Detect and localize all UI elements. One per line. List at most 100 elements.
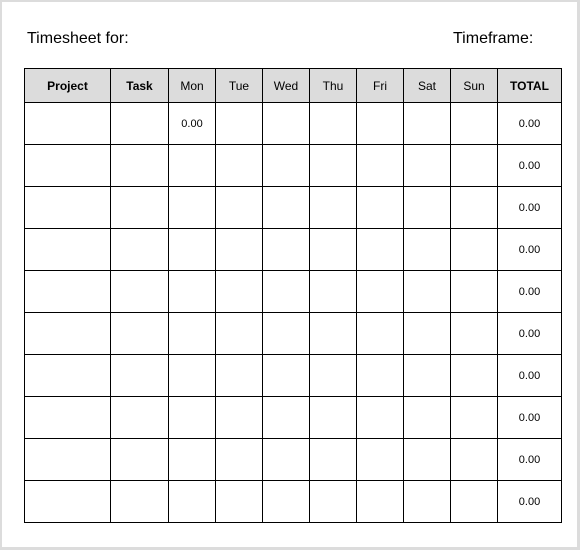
sat-cell[interactable] bbox=[403, 354, 451, 397]
sun-cell[interactable] bbox=[450, 186, 498, 229]
tue-cell[interactable] bbox=[215, 144, 263, 187]
tue-cell[interactable] bbox=[215, 396, 263, 439]
wed-cell[interactable] bbox=[262, 438, 310, 481]
fri-cell[interactable] bbox=[356, 438, 404, 481]
mon-cell[interactable] bbox=[168, 480, 216, 523]
fri-cell[interactable] bbox=[356, 270, 404, 313]
tue-cell[interactable] bbox=[215, 438, 263, 481]
column-header-sun: Sun bbox=[450, 68, 498, 103]
task-cell[interactable] bbox=[110, 102, 169, 145]
tue-cell[interactable] bbox=[215, 312, 263, 355]
sun-cell[interactable] bbox=[450, 270, 498, 313]
table-row: 0.00 bbox=[24, 312, 562, 355]
total-cell: 0.00 bbox=[497, 270, 562, 313]
wed-cell[interactable] bbox=[262, 186, 310, 229]
sat-cell[interactable] bbox=[403, 312, 451, 355]
task-cell[interactable] bbox=[110, 186, 169, 229]
thu-cell[interactable] bbox=[309, 312, 357, 355]
column-header-thu: Thu bbox=[309, 68, 357, 103]
task-cell[interactable] bbox=[110, 270, 169, 313]
wed-cell[interactable] bbox=[262, 270, 310, 313]
wed-cell[interactable] bbox=[262, 396, 310, 439]
thu-cell[interactable] bbox=[309, 396, 357, 439]
mon-cell[interactable] bbox=[168, 144, 216, 187]
thu-cell[interactable] bbox=[309, 144, 357, 187]
tue-cell[interactable] bbox=[215, 186, 263, 229]
sun-cell[interactable] bbox=[450, 396, 498, 439]
project-cell[interactable] bbox=[24, 438, 111, 481]
total-cell: 0.00 bbox=[497, 480, 562, 523]
thu-cell[interactable] bbox=[309, 480, 357, 523]
tue-cell[interactable] bbox=[215, 354, 263, 397]
total-cell: 0.00 bbox=[497, 228, 562, 271]
thu-cell[interactable] bbox=[309, 228, 357, 271]
project-cell[interactable] bbox=[24, 312, 111, 355]
wed-cell[interactable] bbox=[262, 354, 310, 397]
project-cell[interactable] bbox=[24, 270, 111, 313]
table-row: 0.00 bbox=[24, 270, 562, 313]
mon-cell[interactable] bbox=[168, 438, 216, 481]
sat-cell[interactable] bbox=[403, 438, 451, 481]
sun-cell[interactable] bbox=[450, 354, 498, 397]
thu-cell[interactable] bbox=[309, 270, 357, 313]
fri-cell[interactable] bbox=[356, 480, 404, 523]
mon-cell[interactable] bbox=[168, 270, 216, 313]
task-cell[interactable] bbox=[110, 312, 169, 355]
task-cell[interactable] bbox=[110, 480, 169, 523]
sun-cell[interactable] bbox=[450, 228, 498, 271]
fri-cell[interactable] bbox=[356, 144, 404, 187]
sun-cell[interactable] bbox=[450, 438, 498, 481]
project-cell[interactable] bbox=[24, 102, 111, 145]
wed-cell[interactable] bbox=[262, 102, 310, 145]
sun-cell[interactable] bbox=[450, 144, 498, 187]
task-cell[interactable] bbox=[110, 354, 169, 397]
project-cell[interactable] bbox=[24, 186, 111, 229]
task-cell[interactable] bbox=[110, 144, 169, 187]
sat-cell[interactable] bbox=[403, 270, 451, 313]
mon-cell[interactable]: 0.00 bbox=[168, 102, 216, 145]
wed-cell[interactable] bbox=[262, 144, 310, 187]
wed-cell[interactable] bbox=[262, 312, 310, 355]
fri-cell[interactable] bbox=[356, 396, 404, 439]
thu-cell[interactable] bbox=[309, 354, 357, 397]
mon-cell[interactable] bbox=[168, 354, 216, 397]
mon-cell[interactable] bbox=[168, 312, 216, 355]
sat-cell[interactable] bbox=[403, 186, 451, 229]
fri-cell[interactable] bbox=[356, 312, 404, 355]
table-row: 0.00 bbox=[24, 186, 562, 229]
sat-cell[interactable] bbox=[403, 480, 451, 523]
fri-cell[interactable] bbox=[356, 228, 404, 271]
sun-cell[interactable] bbox=[450, 312, 498, 355]
total-cell: 0.00 bbox=[497, 186, 562, 229]
project-cell[interactable] bbox=[24, 144, 111, 187]
task-cell[interactable] bbox=[110, 396, 169, 439]
project-cell[interactable] bbox=[24, 228, 111, 271]
fri-cell[interactable] bbox=[356, 102, 404, 145]
fri-cell[interactable] bbox=[356, 354, 404, 397]
tue-cell[interactable] bbox=[215, 270, 263, 313]
task-cell[interactable] bbox=[110, 228, 169, 271]
sat-cell[interactable] bbox=[403, 228, 451, 271]
task-cell[interactable] bbox=[110, 438, 169, 481]
thu-cell[interactable] bbox=[309, 438, 357, 481]
project-cell[interactable] bbox=[24, 396, 111, 439]
project-cell[interactable] bbox=[24, 480, 111, 523]
sat-cell[interactable] bbox=[403, 144, 451, 187]
mon-cell[interactable] bbox=[168, 186, 216, 229]
tue-cell[interactable] bbox=[215, 228, 263, 271]
tue-cell[interactable] bbox=[215, 102, 263, 145]
wed-cell[interactable] bbox=[262, 228, 310, 271]
mon-cell[interactable] bbox=[168, 396, 216, 439]
sun-cell[interactable] bbox=[450, 102, 498, 145]
wed-cell[interactable] bbox=[262, 480, 310, 523]
column-header-mon: Mon bbox=[168, 68, 216, 103]
tue-cell[interactable] bbox=[215, 480, 263, 523]
thu-cell[interactable] bbox=[309, 102, 357, 145]
project-cell[interactable] bbox=[24, 354, 111, 397]
fri-cell[interactable] bbox=[356, 186, 404, 229]
sat-cell[interactable] bbox=[403, 396, 451, 439]
sun-cell[interactable] bbox=[450, 480, 498, 523]
thu-cell[interactable] bbox=[309, 186, 357, 229]
sat-cell[interactable] bbox=[403, 102, 451, 145]
mon-cell[interactable] bbox=[168, 228, 216, 271]
